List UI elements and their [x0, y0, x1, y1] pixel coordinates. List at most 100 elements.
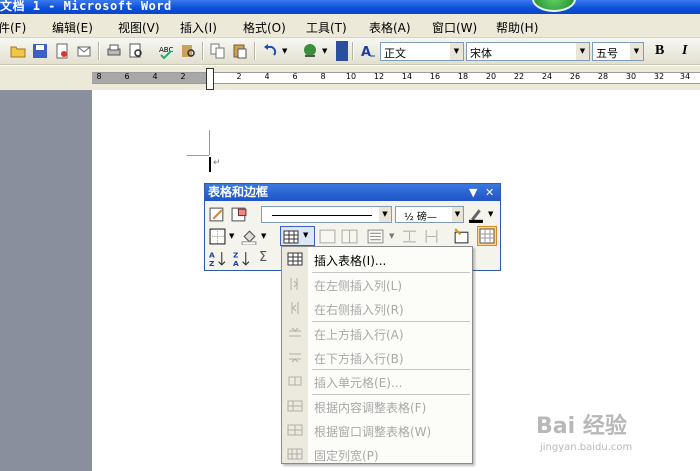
- styles-formatting-icon[interactable]: A: [360, 43, 376, 59]
- email-icon[interactable]: [76, 43, 92, 59]
- window-title: 文档 1 - Microsoft Word: [0, 0, 172, 13]
- menu-help[interactable]: 帮助(H): [496, 19, 538, 36]
- line-style-combo[interactable]: ▼: [261, 206, 392, 223]
- menu-item-insert-table[interactable]: 插入表格(I)...: [282, 248, 472, 270]
- hyperlink-icon[interactable]: [302, 43, 318, 59]
- paste-icon[interactable]: [232, 43, 248, 59]
- show-gridlines-button[interactable]: [477, 226, 497, 246]
- table-autoformat-icon[interactable]: [453, 228, 470, 245]
- menu-table[interactable]: 表格(A): [369, 19, 411, 36]
- align-icon[interactable]: [367, 228, 384, 245]
- draw-table-icon[interactable]: [209, 206, 226, 223]
- outside-border-icon[interactable]: [209, 228, 226, 245]
- menu-edit[interactable]: 编辑(E): [52, 19, 93, 36]
- border-color-icon[interactable]: [468, 206, 485, 223]
- copy-icon[interactable]: [210, 43, 226, 59]
- menu-item-insert-column-left[interactable]: 在左侧插入列(L): [282, 273, 472, 295]
- autofit-window-icon: [287, 424, 303, 436]
- chevron-down-icon[interactable]: ▼: [488, 210, 493, 218]
- line-weight-value: ½ 磅—: [404, 212, 437, 223]
- indent-marker[interactable]: [206, 68, 214, 90]
- menu-view[interactable]: 视图(V): [118, 19, 160, 36]
- undo-icon[interactable]: [262, 43, 278, 59]
- title-bar: 文档 1 - Microsoft Word: [0, 0, 700, 14]
- left-page-background: [0, 90, 92, 471]
- close-icon[interactable]: ✕: [485, 184, 494, 201]
- insert-table-dropdown: 插入表格(I)... 在左侧插入列(L) 在右侧插入列(R) 在上方插入行(A)…: [281, 246, 473, 464]
- style-combo-value: 正文: [384, 47, 406, 60]
- insert-table-icon: [287, 252, 303, 266]
- chevron-down-icon[interactable]: ▼: [229, 232, 234, 240]
- toolbar-separator: [254, 42, 256, 60]
- italic-button[interactable]: I: [682, 43, 687, 59]
- font-size-combo-value: 五号: [596, 47, 618, 60]
- menu-item-label: 根据内容调整表格(F): [314, 401, 427, 415]
- browser-logo-icon: [532, 0, 576, 12]
- ruler-number: 24: [541, 72, 553, 81]
- permission-icon[interactable]: [54, 43, 70, 59]
- autofit-contents-icon: [287, 400, 303, 412]
- svg-text:ABC: ABC: [159, 46, 173, 54]
- menu-item-label: 插入单元格(E)...: [314, 376, 403, 390]
- research-icon[interactable]: [180, 43, 196, 59]
- ruler-number: 26: [569, 72, 581, 81]
- toolbar-caption[interactable]: 表格和边框 ▼ ✕: [205, 184, 500, 201]
- ruler-number: 34: [679, 72, 691, 81]
- hyperlink-dropdown-arrow[interactable]: ▼: [322, 47, 327, 55]
- ruler-number: 32: [653, 72, 665, 81]
- line-weight-combo[interactable]: ½ 磅— ▼: [395, 206, 464, 223]
- insert-row-above-icon: [289, 327, 301, 337]
- chevron-down-icon[interactable]: ▼: [379, 207, 391, 222]
- menu-item-fixed-column-width[interactable]: 固定列宽(P): [282, 443, 472, 465]
- print-preview-icon[interactable]: [128, 43, 144, 59]
- menu-item-insert-row-below[interactable]: 在下方插入行(B): [282, 346, 472, 368]
- chevron-down-icon[interactable]: ▼: [450, 43, 463, 60]
- ruler-number: 30: [625, 72, 637, 81]
- toolbar-options-icon[interactable]: ▼: [469, 184, 477, 201]
- chevron-down-icon[interactable]: ▼: [389, 232, 394, 240]
- open-folder-icon[interactable]: [10, 43, 26, 59]
- menu-bar: 文件(F) 编辑(E) 视图(V) 插入(I) 格式(O) 工具(T) 表格(A…: [0, 14, 700, 38]
- style-combo[interactable]: 正文 ▼: [380, 42, 464, 61]
- ruler-number: 4: [264, 72, 270, 81]
- menu-item-label: 固定列宽(P): [314, 449, 379, 463]
- menu-format[interactable]: 格式(O): [243, 19, 286, 36]
- undo-dropdown-arrow[interactable]: ▼: [282, 47, 287, 55]
- sort-ascending-icon[interactable]: AZ: [209, 250, 226, 267]
- menu-item-autofit-window[interactable]: 根据窗口调整表格(W): [282, 419, 472, 441]
- menu-item-insert-column-right[interactable]: 在右侧插入列(R): [282, 297, 472, 319]
- distribute-rows-icon[interactable]: [401, 228, 418, 245]
- chevron-down-icon[interactable]: ▼: [261, 232, 266, 240]
- shading-color-icon[interactable]: [241, 228, 258, 245]
- chevron-down-icon: ▼: [303, 231, 309, 239]
- menu-window[interactable]: 窗口(W): [432, 19, 477, 36]
- split-cells-icon[interactable]: [341, 228, 358, 245]
- insert-table-button-active[interactable]: ▼: [280, 226, 315, 246]
- eraser-icon[interactable]: [231, 206, 248, 223]
- bold-button[interactable]: B: [655, 43, 664, 59]
- horizontal-ruler[interactable]: 8 6 4 2 2 4 6 8 10 12 14 16 18 20 22 24 …: [0, 66, 700, 90]
- chevron-down-icon[interactable]: ▼: [630, 43, 643, 60]
- menu-item-insert-row-above[interactable]: 在上方插入行(A): [282, 322, 472, 344]
- menu-tools[interactable]: 工具(T): [306, 19, 347, 36]
- ruler-margin-area: [92, 73, 210, 83]
- toolbar-separator: [202, 42, 204, 60]
- font-combo[interactable]: 宋体 ▼: [466, 42, 590, 61]
- menu-file[interactable]: 文件(F): [0, 19, 26, 36]
- autosum-icon[interactable]: Σ: [259, 250, 267, 265]
- chevron-down-icon[interactable]: ▼: [576, 43, 589, 60]
- save-icon[interactable]: [32, 43, 48, 59]
- merge-cells-icon[interactable]: [319, 228, 336, 245]
- toolbar-overflow-button[interactable]: [336, 41, 348, 61]
- spelling-icon[interactable]: ABC: [158, 43, 174, 59]
- distribute-columns-icon[interactable]: [423, 228, 440, 245]
- menu-item-autofit-contents[interactable]: 根据内容调整表格(F): [282, 395, 472, 417]
- sort-descending-icon[interactable]: ZA: [233, 250, 250, 267]
- font-size-combo[interactable]: 五号 ▼: [592, 42, 644, 61]
- print-icon[interactable]: [106, 43, 122, 59]
- menu-insert[interactable]: 插入(I): [180, 19, 217, 36]
- ruler-number: 12: [373, 72, 385, 81]
- insert-column-left-icon: [290, 278, 298, 290]
- menu-item-insert-cells[interactable]: 插入单元格(E)...: [282, 370, 472, 392]
- chevron-down-icon[interactable]: ▼: [452, 207, 463, 222]
